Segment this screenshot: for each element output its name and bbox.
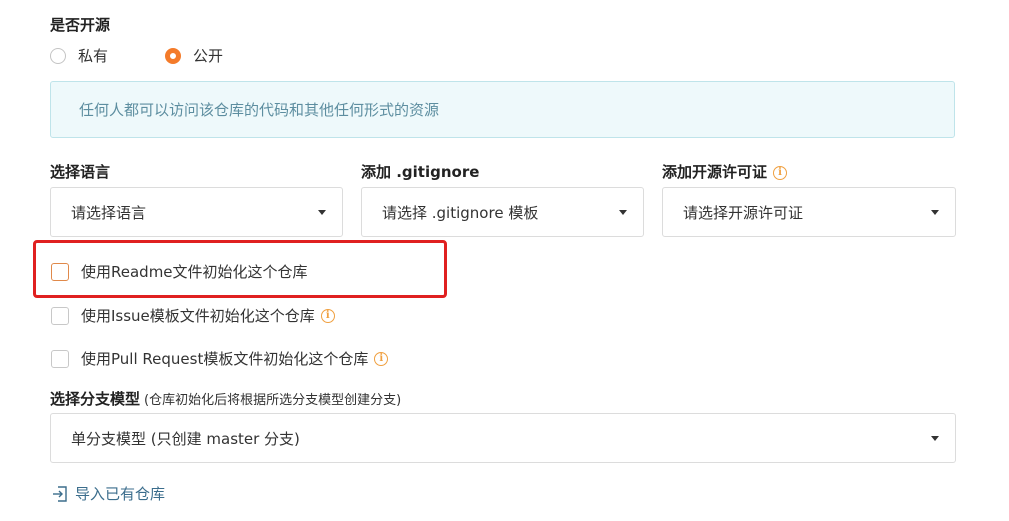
language-select[interactable]: 请选择语言 xyxy=(50,187,343,237)
init-readme-label: 使用Readme文件初始化这个仓库 xyxy=(81,263,308,281)
branch-model-select-value: 单分支模型 (只创建 master 分支) xyxy=(71,429,300,448)
init-pr-label: 使用Pull Request模板文件初始化这个仓库 xyxy=(81,350,369,368)
branch-model-select[interactable]: 单分支模型 (只创建 master 分支) xyxy=(50,413,956,463)
license-select[interactable]: 请选择开源许可证 xyxy=(662,187,956,237)
import-icon xyxy=(53,485,67,502)
license-label-wrap: 添加开源许可证 i xyxy=(662,161,788,182)
init-pr-checkbox[interactable] xyxy=(51,349,69,368)
gitignore-select[interactable]: 请选择 .gitignore 模板 xyxy=(361,187,644,237)
radio-public-label: 公开 xyxy=(193,47,224,65)
chevron-down-icon xyxy=(619,210,627,215)
init-issue-label: 使用Issue模板文件初始化这个仓库 xyxy=(81,307,315,325)
init-pr-option[interactable]: 使用Pull Request模板文件初始化这个仓库 i xyxy=(51,348,389,369)
chevron-down-icon xyxy=(318,210,326,215)
radio-private-circle[interactable] xyxy=(50,47,66,64)
init-readme-checkbox[interactable] xyxy=(51,262,69,281)
radio-public-circle[interactable] xyxy=(165,47,181,64)
branch-model-label-wrap: 选择分支模型 (仓库初始化后将根据所选分支模型创建分支) xyxy=(50,388,401,409)
branch-model-hint: (仓库初始化后将根据所选分支模型创建分支) xyxy=(144,393,402,408)
info-icon[interactable]: i xyxy=(320,308,335,323)
import-repo-label: 导入已有仓库 xyxy=(75,485,166,503)
gitignore-label: 添加 .gitignore xyxy=(361,163,480,181)
chevron-down-icon xyxy=(931,436,939,441)
gitignore-select-value: 请选择 .gitignore 模板 xyxy=(382,203,539,222)
radio-private-label: 私有 xyxy=(78,47,109,65)
language-label: 选择语言 xyxy=(50,163,111,181)
radio-private[interactable]: 私有 xyxy=(50,45,108,66)
visibility-notice-text: 任何人都可以访问该仓库的代码和其他任何形式的资源 xyxy=(79,101,440,119)
visibility-label: 是否开源 xyxy=(50,16,111,34)
info-icon[interactable]: i xyxy=(374,351,389,366)
license-select-value: 请选择开源许可证 xyxy=(683,203,804,222)
init-issue-option[interactable]: 使用Issue模板文件初始化这个仓库 i xyxy=(51,305,335,326)
radio-public[interactable]: 公开 xyxy=(165,45,223,66)
license-label: 添加开源许可证 xyxy=(662,163,768,181)
init-issue-checkbox[interactable] xyxy=(51,306,69,325)
import-repo-link[interactable]: 导入已有仓库 xyxy=(51,483,165,504)
visibility-notice: 任何人都可以访问该仓库的代码和其他任何形式的资源 xyxy=(50,81,955,138)
info-icon[interactable]: i xyxy=(773,165,788,180)
init-readme-option[interactable]: 使用Readme文件初始化这个仓库 xyxy=(51,261,308,282)
branch-model-label: 选择分支模型 xyxy=(50,390,141,408)
language-select-value: 请选择语言 xyxy=(71,203,147,222)
chevron-down-icon xyxy=(931,210,939,215)
